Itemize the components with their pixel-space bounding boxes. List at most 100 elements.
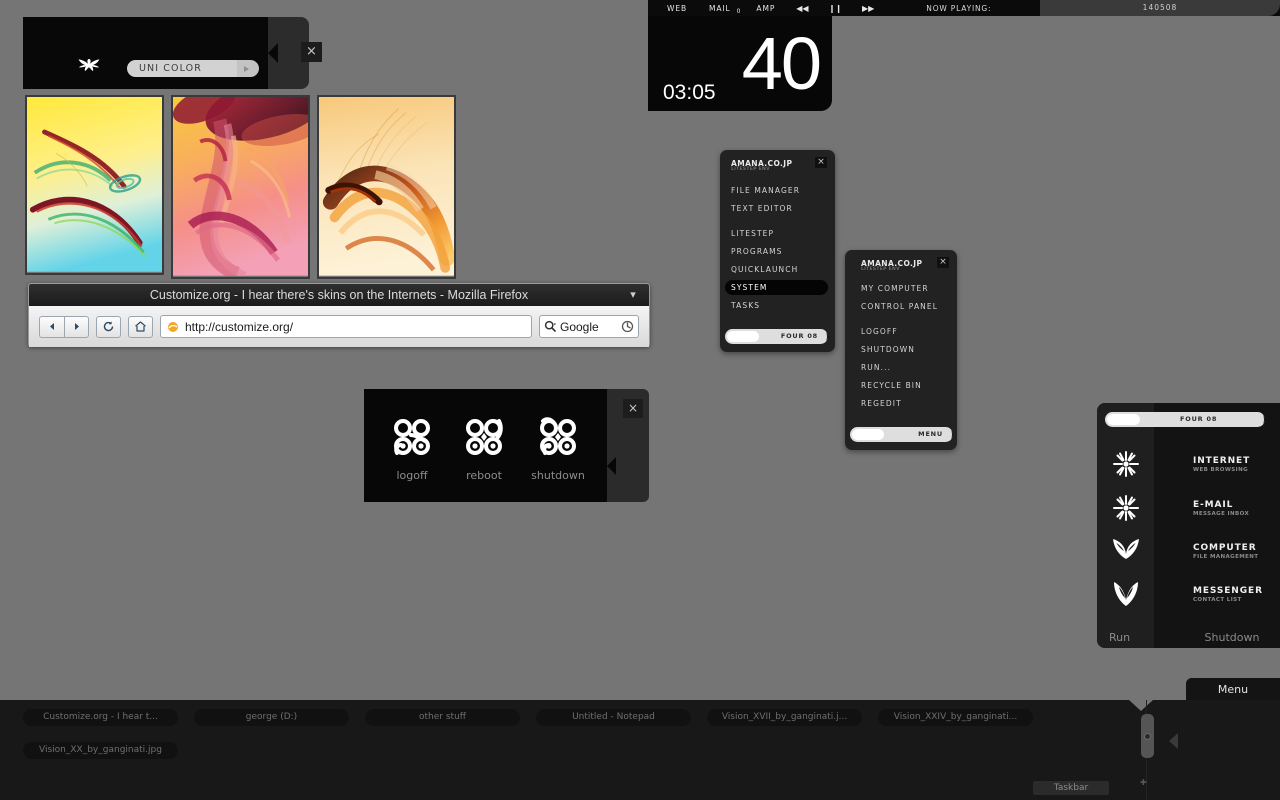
forward-arrow-icon[interactable] [64, 315, 89, 338]
menu-item-run[interactable]: RUN... [861, 363, 891, 372]
topbar-link-web[interactable]: WEB [656, 4, 698, 13]
firefox-window[interactable]: Customize.org - I hear there's skins on … [28, 283, 650, 347]
menu-item-litestep[interactable]: LITESTEP [731, 229, 774, 238]
close-icon[interactable]: × [815, 157, 827, 168]
shutdown-label[interactable]: shutdown [523, 469, 593, 482]
menu-item-shutdown[interactable]: SHUTDOWN [861, 345, 915, 354]
dock-icon-rail [1097, 403, 1154, 648]
dock-item-title-email[interactable]: E-MAIL [1193, 500, 1233, 510]
unicolor-close-icon[interactable]: × [301, 42, 322, 62]
wings-icon[interactable] [1110, 579, 1142, 609]
firefox-title: Customize.org - I hear there's skins on … [149, 288, 529, 302]
task-button[interactable]: Vision_XX_by_ganginati.jpg [23, 742, 178, 759]
player-prev-icon[interactable]: ◀◀ [786, 4, 818, 13]
dock-item-title-messenger[interactable]: MESSENGER [1193, 586, 1263, 596]
magnifier-icon [544, 320, 557, 333]
search-go-icon[interactable] [621, 320, 634, 333]
dock-shutdown-button[interactable]: Shutdown [1187, 631, 1277, 644]
back-arrow-icon[interactable] [39, 315, 64, 338]
wallpaper-thumb-1[interactable] [25, 95, 164, 275]
firefox-search-input[interactable]: Google [539, 315, 639, 338]
dock-item-title-computer[interactable]: COMPUTER [1193, 543, 1257, 553]
reboot-glyph-icon[interactable] [449, 415, 519, 463]
task-button[interactable]: Customize.org - I hear t... [23, 709, 178, 726]
shutdown-dialog-notch [607, 457, 616, 475]
amana-menu-system[interactable]: AMANA.CO.JP LITESTEP ENV × MY COMPUTER C… [845, 250, 957, 450]
wings-icon[interactable] [1110, 535, 1142, 565]
reload-icon[interactable] [96, 315, 121, 338]
starburst-icon[interactable] [1110, 449, 1142, 479]
menu-item-text-editor[interactable]: TEXT EDITOR [731, 204, 793, 213]
firefox-nav-group [39, 315, 89, 338]
close-icon[interactable]: × [623, 399, 643, 418]
shutdown-glyph-icon[interactable] [523, 415, 593, 463]
menu-item-system[interactable]: SYSTEM [725, 280, 828, 295]
dock-run-button[interactable]: Run [1109, 631, 1130, 644]
taskbar-mini-icon[interactable]: ✚ [1140, 778, 1147, 787]
close-icon[interactable]: × [937, 257, 949, 268]
logoff-label[interactable]: logoff [377, 469, 447, 482]
unicolor-panel: UNI COLOR × [23, 17, 322, 89]
firefox-url-text: http://customize.org/ [185, 319, 294, 334]
dock-item-sub-computer: FILE MANAGEMENT [1193, 554, 1259, 560]
unicolor-notch [268, 43, 278, 63]
reboot-label[interactable]: reboot [449, 469, 519, 482]
menu-item-quicklaunch[interactable]: QUICKLAUNCH [731, 265, 798, 274]
task-button[interactable]: other stuff [365, 709, 520, 726]
topbar-link-amp[interactable]: AMP [745, 4, 786, 13]
taskbar-tray-label[interactable]: Taskbar [1033, 781, 1109, 795]
task-button[interactable]: Vision_XVII_by_ganginati.j... [707, 709, 862, 726]
toggle-knob[interactable] [852, 429, 884, 440]
collapse-arrow-icon[interactable] [1169, 733, 1178, 749]
chevron-down-icon[interactable]: ▾ [626, 284, 640, 306]
taskbar-notch [1129, 700, 1153, 711]
amana-menu-footer-toggle[interactable]: MENU [850, 427, 953, 442]
firefox-titlebar[interactable]: Customize.org - I hear there's skins on … [29, 284, 649, 306]
dock-item-sub-internet: WEB BROWSING [1193, 467, 1249, 473]
taskbar-scrollbar-thumb[interactable] [1144, 733, 1151, 740]
task-button[interactable]: Untitled - Notepad [536, 709, 691, 726]
wallpaper-thumb-3[interactable] [317, 95, 456, 279]
starburst-icon[interactable] [1110, 493, 1142, 523]
player-links: WEB MAIL 0 AMP ◀◀ ❙❙ ▶▶ [648, 4, 884, 15]
task-button[interactable]: george (D:) [194, 709, 349, 726]
menu-box-title: Menu [1186, 678, 1280, 702]
clock-minutes: 40 [741, 22, 822, 105]
task-button[interactable]: Vision_XXIV_by_ganginati... [878, 709, 1033, 726]
menu-item-file-manager[interactable]: FILE MANAGER [731, 186, 800, 195]
player-next-icon[interactable]: ▶▶ [852, 4, 884, 13]
menu-item-my-computer[interactable]: MY COMPUTER [861, 284, 929, 293]
wallpaper-thumb-2[interactable] [171, 95, 310, 279]
dock-list [1154, 403, 1280, 648]
taskbar-scrollbar[interactable] [1141, 714, 1154, 758]
launcher-dock[interactable]: FOUR 08 INTERNET WEB BROWSING E-MAIL MES… [1097, 403, 1280, 648]
toggle-knob[interactable] [727, 331, 759, 342]
menu-item-regedit[interactable]: REGEDIT [861, 399, 902, 408]
menu-item-control-panel[interactable]: CONTROL PANEL [861, 302, 938, 311]
home-icon[interactable] [128, 315, 153, 338]
firefox-url-input[interactable]: http://customize.org/ [160, 315, 532, 338]
dock-item-sub-messenger: CONTACT LIST [1193, 597, 1242, 603]
topbar-date: 140508 [1040, 0, 1280, 16]
topbar-link-mail[interactable]: MAIL [698, 4, 742, 13]
amana-footer-label: FOUR 08 [780, 332, 818, 340]
menu-item-programs[interactable]: PROGRAMS [731, 247, 783, 256]
amana-menu-footer-toggle[interactable]: FOUR 08 [725, 329, 828, 344]
dock-toggle-label: FOUR 08 [1180, 415, 1218, 423]
toggle-knob[interactable] [1107, 414, 1140, 425]
menu-item-recycle-bin[interactable]: RECYCLE BIN [861, 381, 922, 390]
dock-toggle[interactable]: FOUR 08 [1105, 412, 1265, 427]
amana-menu-primary[interactable]: AMANA.CO.JP LITESTEP ENV × FILE MANAGER … [720, 150, 835, 352]
player-pause-icon[interactable]: ❙❙ [819, 4, 852, 13]
amana-menu-subtitle: LITESTEP ENV [861, 267, 900, 272]
shutdown-dialog-body: logoff reboot shutdown [364, 389, 607, 502]
logoff-glyph-icon[interactable] [377, 415, 447, 463]
player-topbar: WEB MAIL 0 AMP ◀◀ ❙❙ ▶▶ NOW PLAYING: 140… [648, 0, 1280, 16]
firefox-search-engine: Google [560, 319, 599, 334]
dock-item-title-internet[interactable]: INTERNET [1193, 456, 1250, 466]
unicolor-next-button[interactable] [237, 60, 259, 77]
shutdown-dialog[interactable]: logoff reboot shutdown × [364, 389, 649, 502]
menu-item-tasks[interactable]: TASKS [731, 301, 760, 310]
unicolor-panel-body: UNI COLOR [23, 17, 268, 89]
menu-item-logoff[interactable]: LOGOFF [861, 327, 898, 336]
